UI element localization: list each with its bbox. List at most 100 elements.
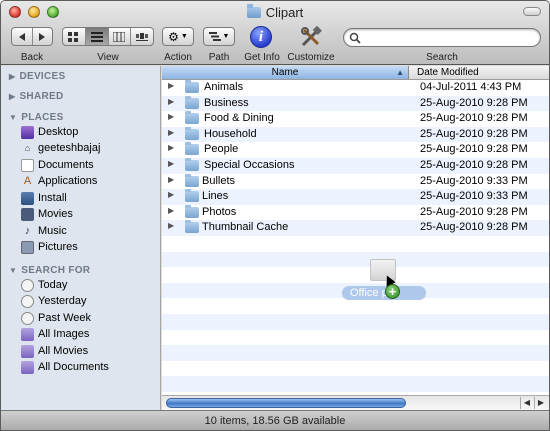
folder-icon — [185, 142, 199, 156]
search-input[interactable] — [364, 31, 534, 44]
disclosure-triangle-icon[interactable]: ▶ — [168, 221, 174, 230]
sidebar-item-install[interactable]: Install — [21, 190, 67, 206]
table-row[interactable]: ▶ Special Occasions 25-Aug-2010 9:28 PM — [162, 158, 549, 174]
date-modified: 25-Aug-2010 9:28 PM — [420, 143, 528, 156]
table-row[interactable]: ▶ Bullets 25-Aug-2010 9:33 PM — [162, 173, 549, 190]
list-view-button[interactable] — [85, 28, 109, 45]
view-switcher — [62, 27, 154, 46]
sidebar-item-home[interactable]: ⌂ geeteshbajaj — [21, 140, 101, 156]
sidebar-item-desktop[interactable]: Desktop — [21, 124, 78, 140]
scroll-right-button[interactable]: ▶ — [534, 397, 547, 409]
table-row[interactable]: ▶ Lines 25-Aug-2010 9:33 PM — [162, 189, 549, 205]
path-label: Path — [208, 52, 230, 63]
sidebar-header-search-for[interactable]: ▼ SEARCH FOR — [9, 265, 90, 276]
date-modified: 04-Jul-2011 4:43 PM — [420, 81, 522, 93]
sidebar-header-places[interactable]: ▼ PLACES — [9, 112, 64, 123]
date-modified: 25-Aug-2010 9:28 PM — [420, 96, 528, 109]
date-modified: 25-Aug-2010 9:28 PM — [420, 127, 528, 140]
coverflow-view-icon — [136, 32, 149, 41]
folder-icon — [185, 173, 199, 187]
path-button[interactable]: ▼ — [203, 27, 235, 46]
music-icon: ♪ — [24, 225, 31, 237]
date-modified: 25-Aug-2010 9:28 PM — [420, 159, 528, 171]
sidebar-header-shared-text: SHARED — [19, 91, 64, 102]
sidebar-item-yesterday[interactable]: Yesterday — [21, 293, 87, 309]
search-field[interactable] — [343, 28, 541, 47]
disclosure-triangle-icon[interactable]: ▶ — [168, 206, 174, 215]
toolbar-toggle-button[interactable] — [523, 7, 541, 16]
customize-button[interactable] — [299, 25, 323, 49]
date-column-header[interactable]: Date Modified — [417, 66, 479, 79]
table-row[interactable]: ▶ Food & Dining 25-Aug-2010 9:28 PM — [162, 111, 549, 127]
empty-row — [162, 314, 549, 330]
table-row[interactable]: ▶ Thumbnail Cache 25-Aug-2010 9:28 PM — [162, 220, 549, 236]
sidebar-header-devices[interactable]: ▶ DEVICES — [9, 71, 65, 82]
forward-button[interactable] — [33, 28, 53, 45]
sidebar-item-label: geeteshbajaj — [38, 142, 101, 154]
folder-icon — [185, 158, 199, 171]
table-row[interactable]: ▶ Business 25-Aug-2010 9:28 PM — [162, 95, 549, 112]
table-row[interactable]: ▶ Photos 25-Aug-2010 9:28 PM — [162, 204, 549, 221]
finder-window: Clipart Back View ⚙ ▼ Action ▼ Path i Ge… — [0, 0, 550, 431]
date-modified: 25-Aug-2010 9:28 PM — [420, 221, 528, 234]
disclosure-triangle-icon[interactable]: ▶ — [168, 175, 174, 184]
date-modified: 25-Aug-2010 9:28 PM — [420, 112, 528, 125]
icon-view-button[interactable] — [63, 28, 86, 45]
scrollbar-thumb[interactable] — [166, 398, 406, 408]
name-column-header[interactable]: Name ▲ — [162, 66, 409, 79]
disclosure-triangle-icon[interactable]: ▶ — [168, 112, 174, 121]
coverflow-view-button[interactable] — [131, 28, 153, 45]
disclosure-triangle-icon: ▶ — [9, 92, 16, 101]
empty-row — [162, 267, 549, 283]
table-row[interactable]: ▶ Animals 04-Jul-2011 4:43 PM — [162, 80, 549, 96]
folder-icon — [185, 189, 199, 203]
chevron-down-icon: ▼ — [222, 33, 230, 40]
sidebar-item-movies[interactable]: Movies — [21, 206, 73, 222]
disclosure-triangle-icon: ▶ — [9, 72, 16, 81]
get-info-button[interactable]: i — [250, 26, 272, 48]
sidebar-item-past-week[interactable]: Past Week — [21, 310, 91, 326]
disclosure-triangle-icon[interactable]: ▶ — [168, 159, 174, 168]
sidebar-item-applications[interactable]: A Applications — [21, 173, 98, 189]
sidebar-item-music[interactable]: ♪ Music — [21, 223, 67, 239]
empty-row — [162, 236, 549, 252]
disclosure-triangle-icon[interactable]: ▶ — [168, 81, 174, 90]
folder-icon — [21, 191, 34, 205]
back-button[interactable] — [12, 28, 33, 45]
folder-icon — [185, 126, 199, 140]
sidebar-item-all-movies[interactable]: All Movies — [21, 343, 88, 359]
sort-ascending-icon: ▲ — [396, 68, 404, 77]
scroll-left-button[interactable]: ◀ — [520, 397, 533, 409]
window-title: Clipart — [1, 4, 549, 20]
disclosure-triangle-icon[interactable]: ▶ — [168, 143, 174, 152]
disclosure-triangle-icon[interactable]: ▶ — [168, 128, 174, 137]
table-row[interactable]: ▶ Household 25-Aug-2010 9:28 PM — [162, 126, 549, 143]
column-view-button[interactable] — [109, 28, 132, 45]
window-title-text: Clipart — [265, 5, 304, 20]
sidebar-item-label: Applications — [38, 175, 98, 187]
sidebar-item-all-documents[interactable]: All Documents — [21, 359, 109, 375]
empty-row — [162, 330, 549, 346]
search-icon — [349, 32, 361, 44]
sidebar-item-label: Yesterday — [38, 295, 87, 307]
view-label: View — [97, 52, 119, 63]
file-name: People — [204, 143, 239, 156]
table-row[interactable]: ▶ People 25-Aug-2010 9:28 PM — [162, 142, 549, 158]
file-name: Animals — [204, 81, 244, 93]
file-name: Lines — [202, 190, 229, 203]
sidebar-item-today[interactable]: Today — [21, 277, 67, 293]
path-icon — [208, 32, 221, 41]
sidebar-header-shared[interactable]: ▶ SHARED — [9, 91, 63, 102]
disclosure-triangle-icon[interactable]: ▶ — [168, 190, 174, 199]
search-label: Search — [426, 52, 458, 63]
sidebar-item-all-images[interactable]: All Images — [21, 326, 89, 342]
sidebar-item-documents[interactable]: Documents — [21, 157, 94, 173]
sidebar-item-pictures[interactable]: Pictures — [21, 239, 78, 255]
sidebar-item-label: Documents — [38, 159, 94, 171]
file-name: Bullets — [202, 174, 236, 187]
horizontal-scrollbar[interactable]: ◀ ▶ — [162, 395, 549, 410]
get-info-label: Get Info — [244, 52, 280, 63]
sidebar-item-label: Music — [38, 225, 67, 237]
disclosure-triangle-icon[interactable]: ▶ — [168, 97, 174, 106]
action-button[interactable]: ⚙ ▼ — [162, 27, 194, 46]
